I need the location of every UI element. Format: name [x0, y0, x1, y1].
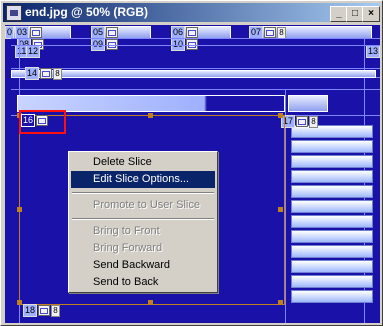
panel-button[interactable]: [291, 155, 373, 168]
menu-item-bring-forward[interactable]: Bring Forward: [71, 240, 215, 257]
window-title: end.jpg @ 50% (RGB): [25, 5, 149, 19]
resize-handle[interactable]: [17, 207, 22, 212]
slice-00-badge[interactable]: 0: [5, 26, 15, 39]
slice-17-badge[interactable]: 17 8: [281, 115, 319, 128]
resize-handle[interactable]: [278, 207, 283, 212]
image-slice-icon: [186, 27, 199, 38]
close-button[interactable]: ×: [362, 6, 380, 22]
slice-line: [11, 45, 380, 46]
resize-handle[interactable]: [17, 300, 22, 305]
panel-button[interactable]: [291, 215, 373, 228]
slice-05-badge[interactable]: 05: [91, 26, 119, 39]
panel-button[interactable]: [291, 245, 373, 258]
menu-item-bring-to-front[interactable]: Bring to Front: [71, 223, 215, 240]
panel-button[interactable]: [291, 140, 373, 153]
slice-18-badge[interactable]: 18 8: [23, 304, 61, 317]
menu-item-delete-slice[interactable]: Delete Slice: [71, 154, 215, 171]
slice-number: 14: [25, 67, 40, 80]
resize-handle[interactable]: [148, 113, 153, 118]
image-slice-icon: [106, 27, 119, 38]
header-tab[interactable]: [288, 95, 328, 112]
slice-03-badge[interactable]: 03: [15, 26, 43, 39]
resize-handle[interactable]: [148, 300, 153, 305]
slice-line: [11, 68, 380, 69]
panel-button[interactable]: [291, 200, 373, 213]
menu-item-promote-to-user-slice[interactable]: Promote to User Slice: [71, 197, 215, 214]
panel-button[interactable]: [291, 185, 373, 198]
slice-number: 18: [23, 304, 38, 317]
link-indicator: 8: [277, 26, 287, 39]
document-icon: [6, 5, 22, 21]
link-indicator: 8: [51, 304, 61, 317]
panel-button[interactable]: [291, 230, 373, 243]
image-slice-icon: [30, 27, 43, 38]
menu-separator: [72, 218, 214, 220]
menu-item-send-backward[interactable]: Send Backward: [71, 257, 215, 274]
panel-button[interactable]: [291, 260, 373, 273]
selection-highlight-box: [19, 110, 66, 134]
panel-button[interactable]: [291, 290, 373, 303]
slice-14-bar[interactable]: [11, 70, 376, 78]
title-bar[interactable]: end.jpg @ 50% (RGB) _ □ ×: [3, 3, 380, 22]
link-indicator: 8: [53, 67, 63, 80]
resize-handle[interactable]: [278, 300, 283, 305]
image-slice-icon: [38, 305, 51, 316]
image-slice-icon: [264, 27, 277, 38]
slice-12-badge[interactable]: 12: [26, 45, 41, 58]
image-slice-icon: [40, 68, 53, 79]
resize-handle[interactable]: [278, 113, 283, 118]
menu-item-send-to-back[interactable]: Send to Back: [71, 274, 215, 291]
document-window: end.jpg @ 50% (RGB) _ □ × 0 03 05 06 07 …: [0, 0, 383, 326]
slice-context-menu: Delete Slice Edit Slice Options... Promo…: [68, 151, 218, 293]
image-slice-icon: [296, 116, 309, 127]
slice-14-badge[interactable]: 14 8: [25, 67, 63, 80]
slice-line: [11, 89, 380, 90]
link-indicator: 8: [309, 115, 319, 128]
slice-number: 12: [26, 45, 41, 58]
slice-06-badge[interactable]: 06: [171, 26, 199, 39]
slice-line: [11, 38, 380, 39]
slice-13-badge[interactable]: 13: [366, 45, 380, 58]
slice-number: 13: [366, 45, 380, 58]
menu-separator: [72, 192, 214, 194]
menu-item-edit-slice-options[interactable]: Edit Slice Options...: [71, 171, 215, 188]
panel-button[interactable]: [291, 170, 373, 183]
panel-button[interactable]: [291, 275, 373, 288]
slice-07-badge[interactable]: 07 8: [249, 26, 287, 39]
